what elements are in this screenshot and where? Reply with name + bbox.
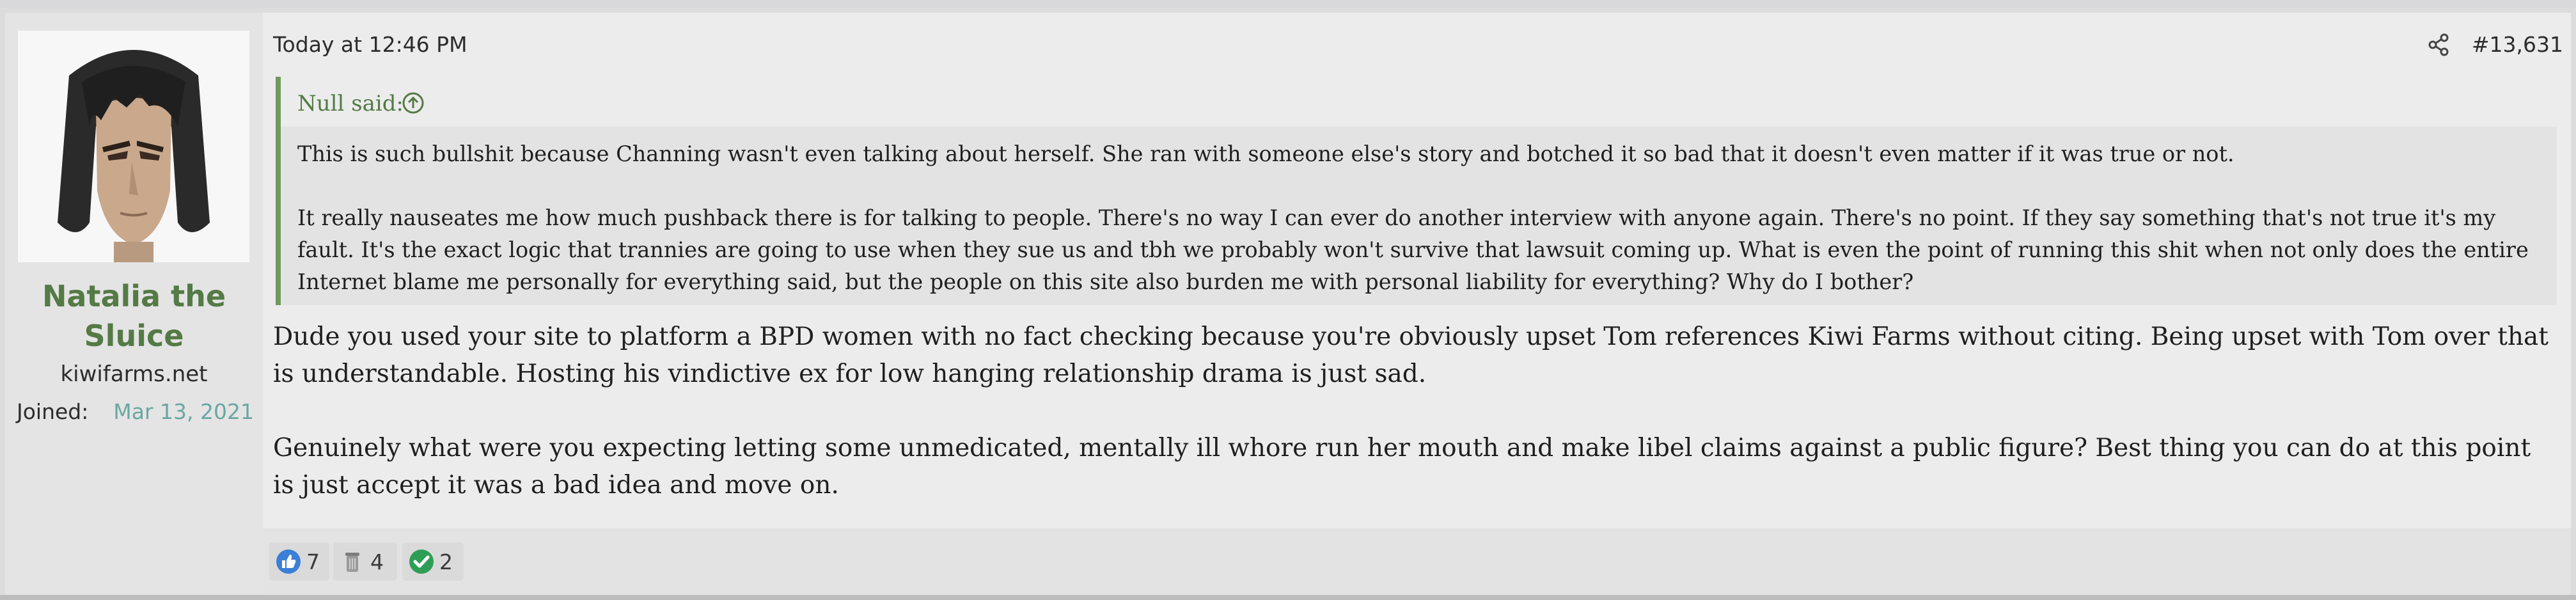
avatar-image [18,31,249,262]
reaction-count: 2 [439,549,453,574]
thumbs-up-icon [276,549,301,574]
forum-post: Natalia the Sluice kiwifarms.net Joined:… [0,0,2576,600]
message-paragraph: Genuinely what were you expecting lettin… [273,434,2531,500]
arrow-up-circle-icon[interactable] [401,91,425,115]
user-sidebar: Natalia the Sluice kiwifarms.net Joined:… [5,13,263,595]
trash-can-icon [345,553,359,572]
share-icon[interactable] [2426,32,2452,58]
post-number-link[interactable]: #13,631 [2472,32,2563,57]
username[interactable]: Natalia the Sluice [12,276,256,356]
reaction-trash[interactable]: 4 [333,542,397,581]
reaction-count: 7 [306,549,320,574]
reactions-bar: 7 4 2 [263,528,2571,595]
message-body: Dude you used your site to platform a BP… [273,319,2552,504]
reaction-agree[interactable]: 2 [402,542,464,581]
reaction-count: 4 [370,549,384,574]
quote-paragraph: It really nauseates me how much pushback… [297,205,2529,294]
checkmark-icon [409,549,434,574]
post-timestamp[interactable]: Today at 12:46 PM [273,32,467,57]
user-title: kiwifarms.net [60,361,208,387]
quote-block: Null said: This is such bullshit because… [276,77,2557,305]
quote-body: This is such bullshit because Channing w… [297,138,2544,298]
avatar[interactable] [18,31,249,262]
quote-header: Null said: [281,77,2557,127]
joined-date: Mar 13, 2021 [113,399,254,424]
reaction-like[interactable]: 7 [269,542,329,581]
joined-label: Joined: [17,399,89,424]
quote-author[interactable]: Null said: [297,91,404,116]
message-paragraph: Dude you used your site to platform a BP… [273,322,2549,388]
quote-paragraph: This is such bullshit because Channing w… [297,141,2234,166]
post-main: Today at 12:46 PM #13,631 Null said: Thi… [263,13,2571,595]
